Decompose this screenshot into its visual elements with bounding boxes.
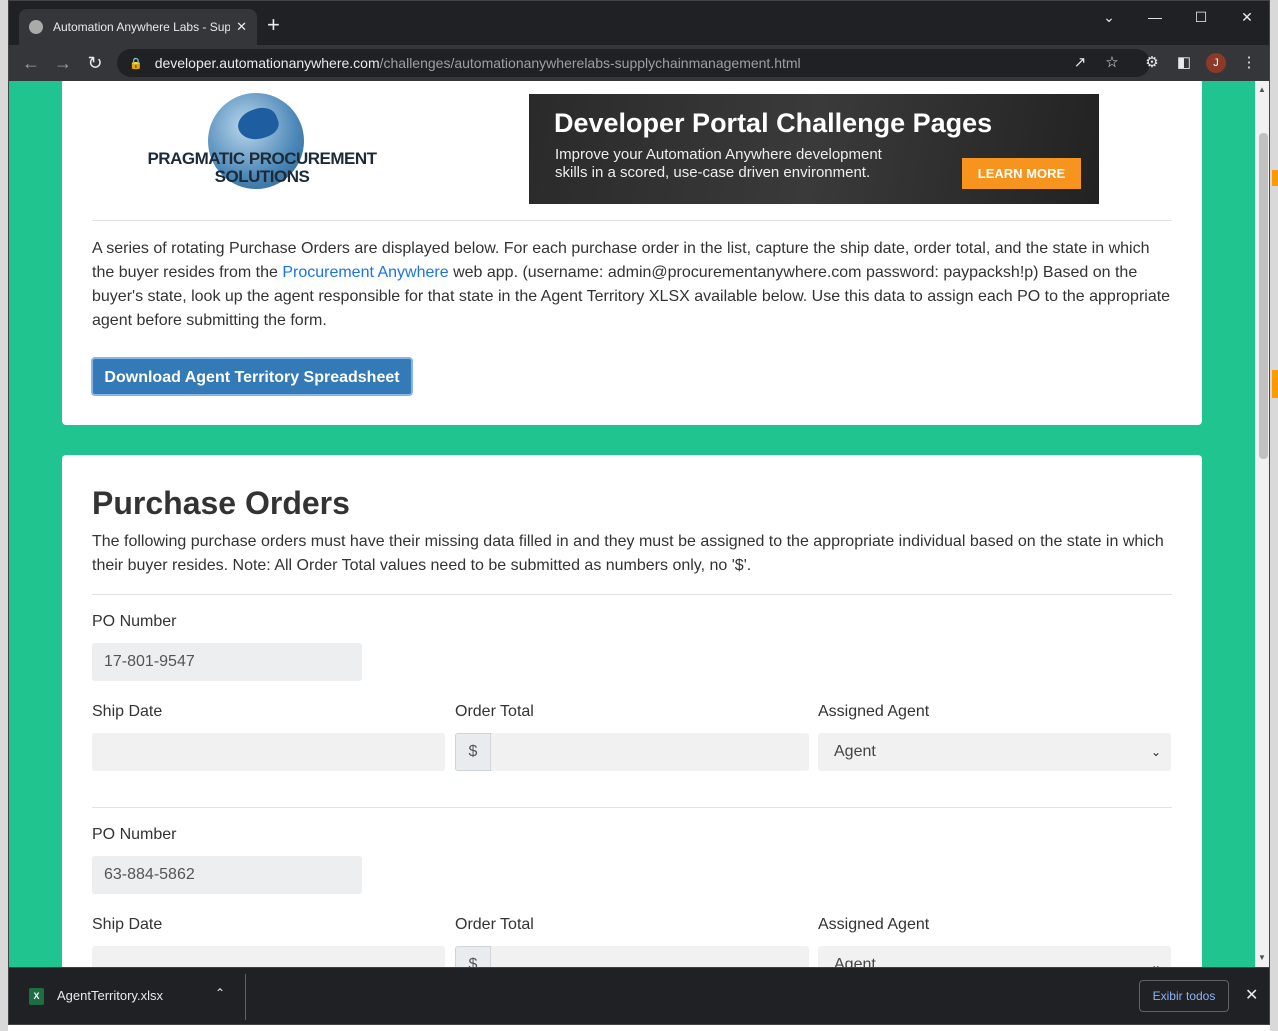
scroll-up-icon[interactable]: ▲ [1258, 85, 1266, 94]
url-domain: developer.automationanywhere.com [154, 55, 380, 71]
excel-file-icon: X [29, 988, 44, 1005]
banner-title: Developer Portal Challenge Pages [554, 108, 993, 138]
divider [92, 594, 1172, 595]
address-bar[interactable]: 🔒 developer.automationanywhere.com/chall… [117, 49, 1150, 77]
chevron-down-icon: ⌄ [1150, 745, 1161, 759]
purchase-orders-card: Purchase Orders The following purchase o… [62, 455, 1202, 967]
intro-text: A series of rotating Purchase Orders are… [92, 237, 1174, 333]
banner-subtitle-line2: skills in a scored, use-case driven envi… [555, 164, 871, 181]
ship-date-label: Ship Date [92, 703, 163, 720]
close-tab-icon[interactable]: ✕ [236, 19, 247, 35]
order-total-input[interactable] [491, 733, 809, 771]
browser-tab[interactable]: Automation Anywhere Labs - Sup ✕ [19, 9, 257, 45]
order-total-label: Order Total [455, 916, 534, 933]
divider [245, 974, 246, 1020]
close-download-shelf-icon[interactable]: ✕ [1245, 985, 1258, 1005]
logo-text-line2: SOLUTIONS [214, 167, 310, 186]
download-shelf: X AgentTerritory.xlsx ⌃ Exibir todos ✕ [9, 967, 1269, 1024]
downloaded-file-name[interactable]: AgentTerritory.xlsx [57, 988, 163, 1003]
share-icon[interactable]: ↗ [1069, 53, 1091, 73]
ship-date-input[interactable] [92, 946, 445, 967]
po-number-field: 63-884-5862 [92, 856, 362, 894]
page-scrollbar[interactable]: ▲ ▼ [1255, 81, 1269, 967]
divider [92, 220, 1172, 221]
divider [92, 807, 1172, 808]
show-all-downloads-button[interactable]: Exibir todos [1139, 980, 1229, 1012]
scrollbar-thumb[interactable] [1259, 133, 1268, 459]
banner-subtitle-line1: Improve your Automation Anywhere develop… [555, 146, 882, 163]
profile-avatar[interactable]: J [1206, 53, 1226, 73]
lock-icon: 🔒 [129, 57, 143, 70]
close-window-button[interactable]: ✕ [1232, 7, 1262, 27]
assigned-agent-label: Assigned Agent [818, 703, 930, 720]
back-icon[interactable]: ← [19, 51, 43, 75]
desktop-background-right [1270, 0, 1278, 1031]
side-panel-icon[interactable]: ◧ [1173, 53, 1195, 73]
forward-icon[interactable]: → [51, 51, 75, 75]
ship-date-input[interactable] [92, 733, 445, 771]
scroll-down-icon[interactable]: ▼ [1258, 953, 1266, 962]
currency-addon: $ [455, 946, 491, 967]
currency-addon: $ [455, 733, 491, 771]
intro-card: PRAGMATIC PROCUREMENT SOLUTIONS Develope… [62, 81, 1202, 425]
url-path: /challenges/automationanywherelabs-suppl… [379, 55, 801, 71]
assigned-agent-select[interactable]: Agent ⌄ [818, 733, 1171, 771]
logo-text-line1: PRAGMATIC PROCUREMENT [147, 149, 377, 168]
browser-toolbar: ← → ↻ 🔒 developer.automationanywhere.com… [9, 45, 1269, 81]
tab-search-button[interactable]: ⌄ [1094, 7, 1124, 27]
download-spreadsheet-button[interactable]: Download Agent Territory Spreadsheet [91, 357, 413, 396]
order-total-label: Order Total [455, 703, 534, 720]
learn-more-button[interactable]: LEARN MORE [962, 158, 1081, 189]
assigned-agent-value: Agent [834, 956, 876, 967]
globe-icon [29, 20, 43, 34]
page-title: Purchase Orders [92, 485, 350, 521]
reload-icon[interactable]: ↻ [83, 51, 107, 75]
bookmark-star-icon[interactable]: ☆ [1101, 53, 1123, 73]
order-total-input[interactable] [491, 946, 809, 967]
ship-date-label: Ship Date [92, 916, 163, 933]
assigned-agent-select[interactable]: Agent ⌄ [818, 946, 1171, 967]
purchase-orders-description: The following purchase orders must have … [92, 533, 1164, 574]
assigned-agent-value: Agent [834, 743, 876, 760]
po-number-field: 17-801-9547 [92, 643, 362, 681]
background-accent [1272, 170, 1278, 186]
new-tab-button[interactable]: + [267, 13, 280, 37]
browser-window: Automation Anywhere Labs - Sup ✕ + ⌄ — ☐… [8, 0, 1270, 1025]
po-number-label: PO Number [92, 613, 177, 630]
page-viewport: PRAGMATIC PROCUREMENT SOLUTIONS Develope… [9, 81, 1255, 967]
promo-banner[interactable]: Developer Portal Challenge Pages Improve… [529, 94, 1099, 204]
assigned-agent-label: Assigned Agent [818, 916, 930, 933]
background-accent [1272, 370, 1278, 398]
desktop-background-left [0, 0, 8, 1031]
procurement-anywhere-link[interactable]: Procurement Anywhere [282, 264, 448, 281]
tab-title: Automation Anywhere Labs - Sup [53, 20, 231, 34]
chevron-up-icon[interactable]: ⌃ [215, 986, 225, 1000]
extensions-icon[interactable]: ⚙ [1141, 53, 1163, 73]
chevron-down-icon: ⌄ [1150, 958, 1161, 967]
company-logo: PRAGMATIC PROCUREMENT SOLUTIONS [142, 93, 382, 199]
minimize-button[interactable]: — [1140, 7, 1170, 27]
menu-icon[interactable]: ⋮ [1238, 53, 1260, 73]
po-number-label: PO Number [92, 826, 177, 843]
title-bar: Automation Anywhere Labs - Sup ✕ + ⌄ — ☐… [9, 1, 1269, 45]
maximize-button[interactable]: ☐ [1186, 7, 1216, 27]
